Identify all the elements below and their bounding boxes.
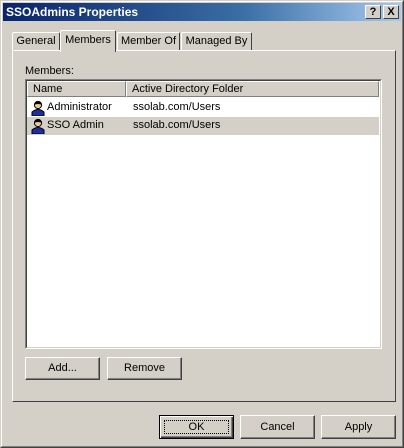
user-icon bbox=[31, 118, 45, 134]
title-bar[interactable]: SSOAdmins Properties ? X bbox=[3, 3, 401, 21]
remove-button-label: Remove bbox=[124, 362, 165, 374]
member-folder: ssolab.com/Users bbox=[133, 101, 221, 113]
add-button-label: Add... bbox=[48, 362, 77, 374]
ok-button[interactable]: OK bbox=[159, 415, 234, 439]
list-item[interactable]: SSO Admin ssolab.com/Users bbox=[27, 117, 379, 135]
properties-dialog: SSOAdmins Properties ? X General Members… bbox=[0, 0, 404, 448]
members-list[interactable]: Name Active Directory Folder Administrat… bbox=[25, 79, 382, 349]
column-header-name[interactable]: Name bbox=[27, 81, 126, 97]
close-button[interactable]: X bbox=[383, 5, 399, 19]
tab-managed-by-label: Managed By bbox=[185, 35, 248, 47]
tab-member-of[interactable]: Member Of bbox=[117, 32, 180, 50]
focus-rectangle bbox=[164, 420, 229, 434]
tab-managed-by[interactable]: Managed By bbox=[181, 32, 252, 50]
column-header-folder[interactable]: Active Directory Folder bbox=[126, 81, 379, 97]
members-label: Members: bbox=[25, 65, 74, 77]
window-title: SSOAdmins Properties bbox=[6, 5, 139, 19]
add-button[interactable]: Add... bbox=[25, 357, 100, 380]
member-name: SSO Admin bbox=[47, 119, 104, 131]
column-header-folder-label: Active Directory Folder bbox=[132, 83, 244, 95]
tab-members[interactable]: Members bbox=[60, 30, 116, 52]
tab-general[interactable]: General bbox=[12, 32, 60, 50]
tab-members-label: Members bbox=[65, 34, 111, 46]
help-button[interactable]: ? bbox=[365, 5, 381, 19]
list-item[interactable]: Administrator ssolab.com/Users bbox=[27, 99, 379, 117]
user-icon bbox=[31, 100, 45, 116]
column-header-name-label: Name bbox=[33, 83, 63, 95]
apply-button-label: Apply bbox=[344, 421, 373, 433]
members-list-frame: Name Active Directory Folder Administrat… bbox=[26, 80, 381, 348]
member-name: Administrator bbox=[47, 101, 112, 113]
close-icon: X bbox=[387, 6, 395, 18]
tab-general-label: General bbox=[16, 35, 56, 47]
member-folder: ssolab.com/Users bbox=[133, 119, 221, 131]
cancel-button-label: Cancel bbox=[260, 421, 295, 433]
cancel-button[interactable]: Cancel bbox=[240, 415, 315, 439]
help-icon: ? bbox=[369, 6, 377, 18]
remove-button[interactable]: Remove bbox=[107, 357, 182, 380]
apply-button[interactable]: Apply bbox=[321, 415, 396, 439]
tab-member-of-label: Member Of bbox=[120, 35, 176, 47]
